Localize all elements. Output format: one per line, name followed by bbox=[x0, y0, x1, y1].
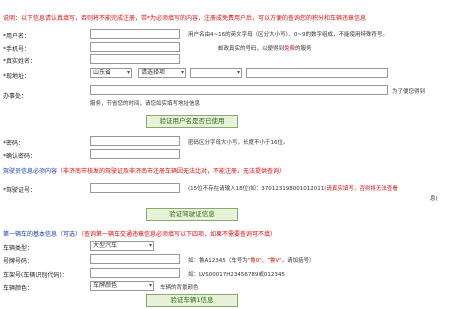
username-input[interactable] bbox=[90, 29, 180, 39]
license-title-main: 驾驶员信息必须内容 bbox=[3, 168, 58, 175]
phone-hint: 邮政真实的号码，以便得到免费的服务 bbox=[218, 44, 312, 52]
vin-input[interactable] bbox=[90, 268, 180, 278]
phone-hint-text: 邮政真实的号码，以便得到 bbox=[218, 46, 285, 52]
phone-input[interactable] bbox=[90, 42, 180, 52]
check-username-button[interactable]: 验证用户名是否已使用 bbox=[146, 115, 238, 128]
license-id-input[interactable] bbox=[90, 183, 180, 193]
realname-input[interactable] bbox=[90, 54, 180, 64]
check-vehicle-button[interactable]: 验证车辆1信息 bbox=[146, 294, 238, 307]
license-id-warning: (请真实填写，否则将无法查看 bbox=[324, 186, 398, 192]
realname-label: *真实姓名： bbox=[3, 58, 37, 65]
plate-hint: 如：鲁A12345（车号为"鲁0"、"鲁V"，请加括号） bbox=[188, 256, 315, 264]
password-hint: 密码区分字母大小写，长度不小于16位。 bbox=[188, 140, 289, 146]
phone-label: *手机号： bbox=[3, 46, 31, 53]
phone-hint-free: 免费 bbox=[284, 46, 296, 52]
username-label: *用户名： bbox=[3, 33, 31, 40]
service-hint-right: 为了便您得到 bbox=[392, 89, 426, 95]
plate-hint-special: "鲁0"、"鲁V" bbox=[247, 258, 282, 264]
confirm-password-label: *确认密码： bbox=[3, 153, 37, 160]
vehicle-color-hint: 车辆的背景颜色 bbox=[160, 285, 199, 291]
license-title-note: （非济南市核发的驾驶证及非济南市注册车辆因无法比对，不能注册，无法提供查询） bbox=[57, 168, 286, 175]
license-id-hint: (15位不存在请输入18位)如：370123198001012011(请真实填写… bbox=[188, 184, 398, 192]
password-input[interactable] bbox=[90, 136, 180, 146]
license-id-example: (15位不存在请输入18位)如：370123198001012011 bbox=[188, 186, 325, 192]
license-id-label: *驾驶证号： bbox=[3, 187, 37, 194]
service-hint-bottom: 服务，节省您的时间，请您如实填写地址信息 bbox=[90, 101, 201, 107]
plate-input[interactable] bbox=[90, 254, 180, 264]
region-label: *现地址： bbox=[3, 73, 31, 80]
plate-hint-example: 如：鲁A12345（车号为 bbox=[188, 258, 248, 264]
vehicle-color-label: 车辆颜色： bbox=[3, 285, 34, 292]
city-select[interactable]: 请选择项 bbox=[138, 68, 186, 78]
vin-hint: 如：LVS00017H23456789或012345 bbox=[188, 272, 285, 278]
notice-text: 说明：以下信息请认真填写，否则将不能完成注册，带*为必须填写的内容，注册成免费用… bbox=[3, 15, 367, 22]
vehicle-type-label: 车辆类型： bbox=[3, 245, 34, 252]
vehicle-color-select[interactable]: 车牌颜色 bbox=[90, 281, 154, 291]
vehicle-section-title: 第一辆车的基本信息（可选）（查询第一辆车交通违章信息必须填写以下四项，如果不需要… bbox=[3, 229, 276, 238]
street-input[interactable] bbox=[246, 68, 388, 78]
plate-label: 号牌号码： bbox=[3, 258, 34, 265]
plate-hint-tail: ，请加括号） bbox=[281, 258, 315, 264]
check-license-button[interactable]: 验证驾驶证信息 bbox=[146, 208, 238, 221]
vehicle-title-note: （查询第一辆车交通违章信息必须填写以下四项，如果不需要查询可不填） bbox=[81, 231, 277, 238]
service-input[interactable] bbox=[90, 85, 388, 95]
confirm-password-input[interactable] bbox=[90, 149, 180, 159]
vehicle-type-select[interactable]: 大型汽车 bbox=[90, 241, 154, 251]
vin-label: 车架号(车辆识别代码)： bbox=[3, 272, 68, 279]
district-select[interactable] bbox=[190, 68, 242, 78]
license-section-title: 驾驶员信息必须内容（非济南市核发的驾驶证及非济南市注册车辆因无法比对，不能注册，… bbox=[3, 166, 285, 175]
service-label: 办事处： bbox=[3, 93, 28, 100]
vehicle-title-main: 第一辆车的基本信息（可选） bbox=[3, 231, 82, 238]
license-id-hint-tail: 息) bbox=[430, 196, 438, 202]
password-label: *密码： bbox=[3, 140, 25, 147]
province-select[interactable]: 山东省 bbox=[90, 68, 132, 78]
phone-hint-tail: 的服务 bbox=[295, 46, 312, 52]
username-hint: 用户名由4~16的英文字母（区分大小写）、0~9的数字组成，不能使用特殊符号。 bbox=[188, 32, 388, 38]
